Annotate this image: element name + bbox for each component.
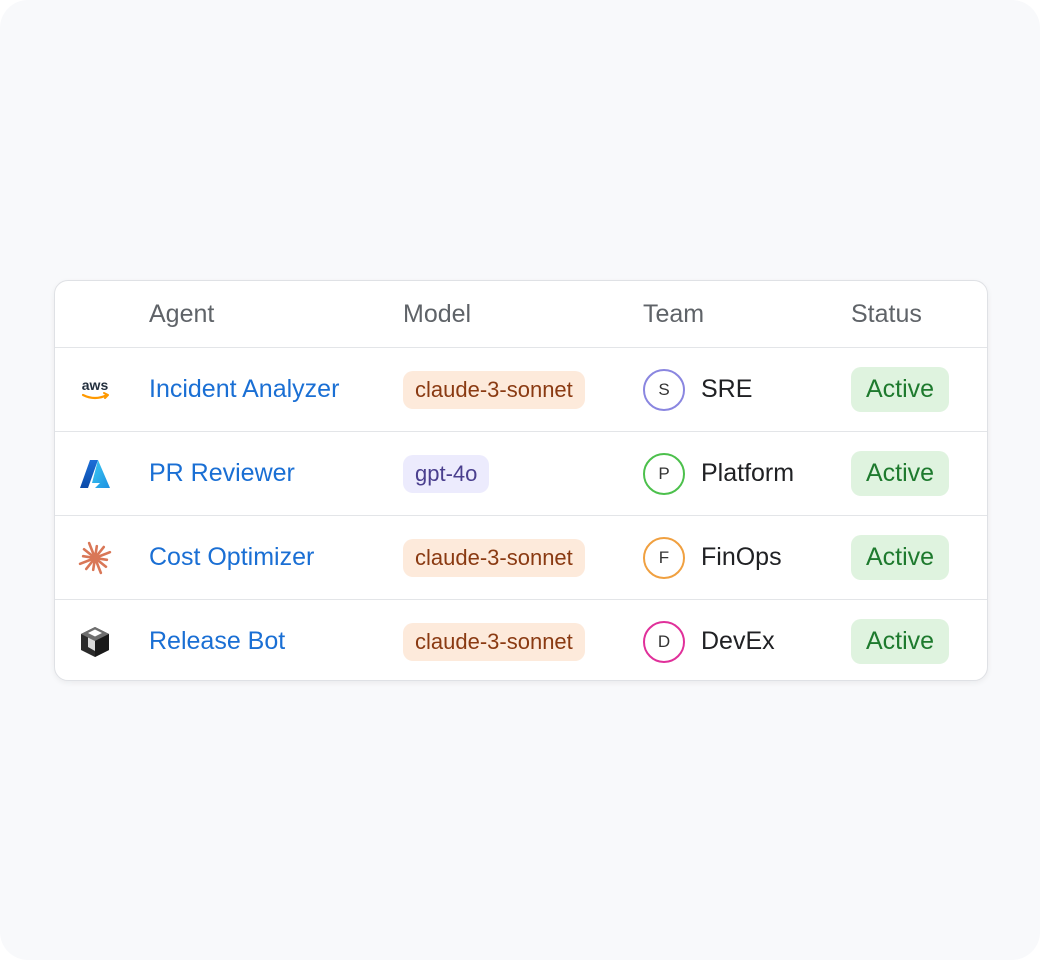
team-name: SRE [701, 375, 753, 403]
cube-logo-icon [75, 600, 115, 680]
table-header: Agent Model Team Status [55, 281, 987, 347]
status-badge: Active [851, 367, 950, 412]
team-avatar: F [643, 536, 685, 579]
model-badge: claude-3-sonnet [403, 538, 585, 577]
status-badge: Active [851, 535, 950, 580]
agent-link[interactable]: Cost Optimizer [149, 543, 314, 572]
status-badge: Active [851, 451, 950, 496]
table-row[interactable]: aws Incident Analyzer claude-3-sonnet S … [55, 347, 987, 431]
agents-table: Agent Model Team Status aws Incident Ana… [54, 280, 988, 681]
team-avatar: D [643, 620, 685, 663]
page-background: Agent Model Team Status aws Incident Ana… [0, 0, 1040, 960]
agent-link[interactable]: PR Reviewer [149, 459, 295, 488]
azure-logo-icon [75, 432, 115, 515]
status-badge: Active [851, 619, 950, 664]
table-row[interactable]: PR Reviewer gpt-4o P Platform Active [55, 431, 987, 515]
column-header-team: Team [643, 299, 705, 328]
model-badge: gpt-4o [403, 454, 490, 493]
column-header-agent: Agent [149, 299, 215, 328]
model-badge: claude-3-sonnet [403, 622, 585, 661]
claude-starburst-icon [75, 516, 115, 599]
agent-link[interactable]: Release Bot [149, 627, 285, 656]
model-badge: claude-3-sonnet [403, 370, 585, 409]
column-header-status: Status [851, 299, 922, 328]
table-row[interactable]: Cost Optimizer claude-3-sonnet F FinOps … [55, 515, 987, 599]
agent-link[interactable]: Incident Analyzer [149, 375, 339, 404]
aws-logo-text: aws [82, 377, 109, 393]
column-header-model: Model [403, 299, 472, 328]
aws-logo-icon: aws [75, 348, 115, 431]
team-name: Platform [701, 459, 795, 487]
team-avatar: S [643, 368, 685, 411]
table-row[interactable]: Release Bot claude-3-sonnet D DevEx Acti… [55, 599, 987, 680]
team-name: DevEx [701, 627, 775, 655]
team-avatar: P [643, 452, 685, 495]
team-name: FinOps [701, 543, 782, 571]
